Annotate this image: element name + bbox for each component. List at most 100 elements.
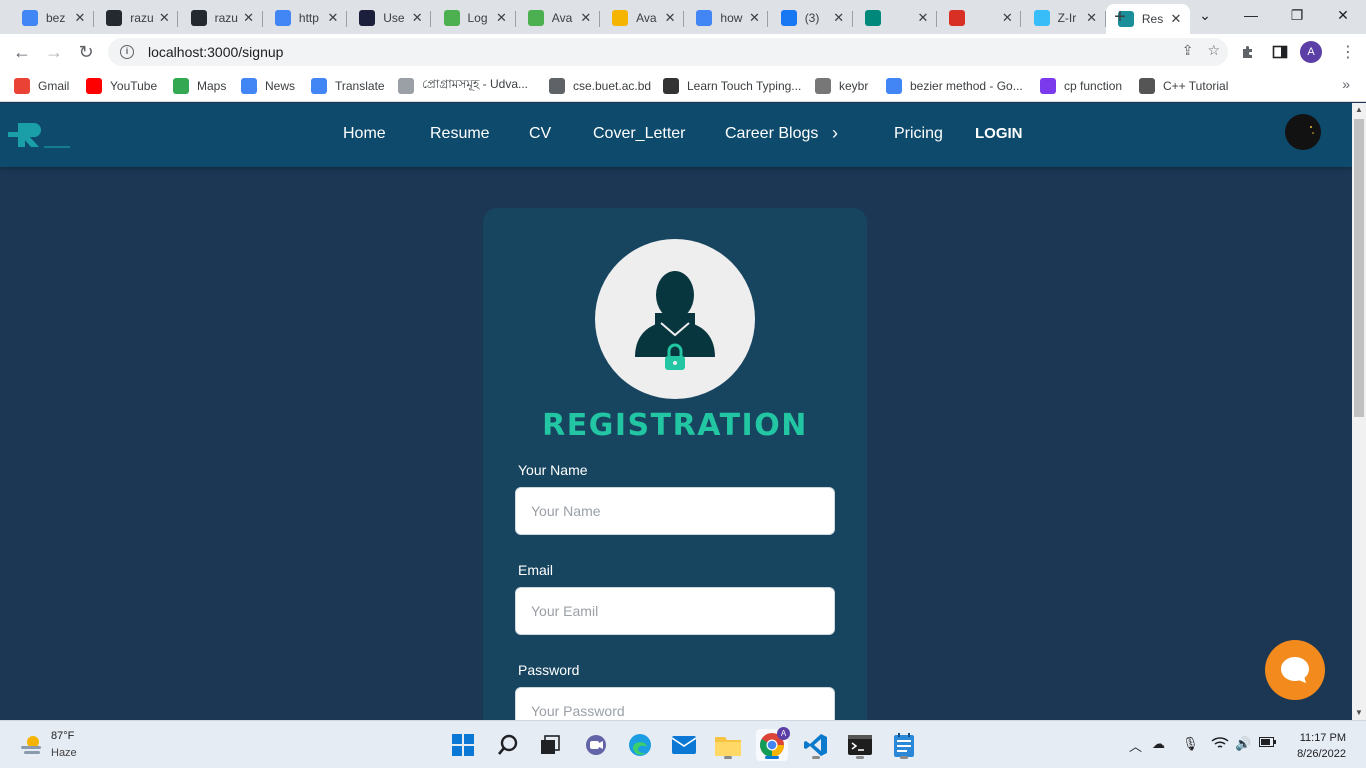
tab-close-icon[interactable]: ✕ [494, 10, 510, 26]
nav-cv[interactable]: CV [529, 125, 551, 147]
tab-close-icon[interactable]: ✕ [1084, 10, 1100, 26]
tab-close-icon[interactable]: ✕ [409, 10, 425, 26]
bookmark-item[interactable]: cp function [1040, 76, 1122, 96]
restore-icon[interactable]: ❐ [1274, 0, 1320, 30]
browser-tab[interactable]: how ✕ [684, 4, 769, 32]
close-window-icon[interactable]: ✕ [1320, 0, 1366, 30]
browser-toolbar: ← → ↻ i localhost:3000/signup ⇪ ☆ ⋮ [0, 34, 1366, 70]
nav-cover-letter[interactable]: Cover_Letter [593, 125, 686, 147]
nav-resume[interactable]: Resume [430, 125, 490, 147]
bookmark-item[interactable]: Learn Touch Typing... [663, 76, 801, 96]
chrome-menu-icon[interactable]: ⋮ [1334, 38, 1362, 66]
tab-close-icon[interactable]: ✕ [241, 10, 257, 26]
tab-close-icon[interactable]: ✕ [156, 10, 172, 26]
tab-close-icon[interactable]: ✕ [746, 10, 762, 26]
tab-close-icon[interactable]: ✕ [325, 10, 341, 26]
browser-tab[interactable]: http ✕ [263, 4, 347, 32]
chrome-icon[interactable]: A [756, 727, 790, 761]
back-arrow-icon[interactable]: ← [8, 38, 36, 66]
site-info-icon[interactable]: i [120, 45, 134, 59]
bookmark-item[interactable]: bezier method - Go... [886, 76, 1023, 96]
wifi-icon[interactable] [1211, 736, 1229, 753]
share-icon[interactable]: ⇪ [1182, 42, 1194, 59]
bookmarks-overflow-icon[interactable]: » [1342, 76, 1350, 92]
search-icon[interactable] [492, 729, 524, 761]
profile-avatar[interactable]: A [1300, 41, 1322, 63]
scrollbar-thumb[interactable] [1354, 119, 1364, 417]
windows-start-icon[interactable] [447, 729, 479, 761]
dark-mode-moon-icon[interactable] [1285, 114, 1321, 150]
microphone-icon[interactable]: 🎙 [1182, 736, 1199, 752]
reload-icon[interactable]: ↻ [72, 38, 100, 66]
mail-icon[interactable] [668, 729, 700, 761]
tab-search-chevron-icon[interactable]: ⌄ [1182, 0, 1228, 30]
browser-tab[interactable]: Use ✕ [347, 4, 432, 32]
browser-tab[interactable]: Ava ✕ [516, 4, 600, 32]
bookmark-item[interactable]: Translate [311, 76, 385, 96]
browser-tab[interactable]: Log ✕ [432, 4, 516, 32]
weather-temperature[interactable]: 87°F [51, 730, 74, 742]
bookmark-item[interactable]: keybr [815, 76, 868, 96]
nav-home[interactable]: Home [343, 125, 386, 147]
side-panel-icon[interactable] [1266, 38, 1294, 66]
bookmark-item[interactable]: Gmail [14, 76, 69, 96]
vscode-icon[interactable] [800, 729, 832, 761]
bookmark-item[interactable]: News [241, 76, 295, 96]
forward-arrow-icon[interactable]: → [40, 38, 68, 66]
bookmark-item[interactable]: YouTube [86, 76, 157, 96]
bookmark-star-icon[interactable]: ☆ [1207, 42, 1220, 59]
edge-browser-icon[interactable] [624, 729, 656, 761]
terminal-icon[interactable] [844, 729, 876, 761]
nav-login[interactable]: LOGIN [975, 125, 1023, 147]
extensions-puzzle-icon[interactable] [1234, 38, 1262, 66]
nav-pricing[interactable]: Pricing [894, 125, 943, 147]
teams-chat-icon[interactable] [580, 729, 612, 761]
browser-tab[interactable]: Ava ✕ [600, 4, 685, 32]
google-icon [886, 78, 902, 94]
scroll-up-icon[interactable]: ▲ [1352, 103, 1366, 117]
bookmark-item[interactable]: cse.buet.ac.bd [549, 76, 651, 96]
bookmark-item[interactable]: Maps [173, 76, 226, 96]
browser-tab[interactable]: bez ✕ [10, 4, 94, 32]
new-tab-button[interactable]: + [1108, 6, 1132, 30]
browser-tab[interactable]: (3) ✕ [769, 4, 853, 32]
tab-close-icon[interactable]: ✕ [999, 10, 1015, 26]
windows-taskbar: 87°F Haze A ︿ ☁ 🎙 🔊 11:17 PM 8/26/2022 [0, 720, 1366, 768]
tab-close-icon[interactable]: ✕ [578, 10, 594, 26]
browser-tab[interactable]: Z-Ir ✕ [1022, 4, 1106, 32]
tray-chevron-up-icon[interactable]: ︿ [1129, 736, 1142, 755]
minimize-icon[interactable]: — [1228, 0, 1274, 30]
chevron-right-icon[interactable]: › [832, 123, 838, 145]
tab-close-icon[interactable]: ✕ [831, 10, 847, 26]
task-view-icon[interactable] [534, 729, 566, 761]
nav-career-blogs[interactable]: Career Blogs [725, 125, 818, 147]
weather-description[interactable]: Haze [51, 747, 77, 759]
bookmark-item[interactable]: প্রোগ্রামসমূহ - Udva... [398, 76, 528, 96]
browser-tab[interactable]: ✕ [937, 4, 1022, 32]
chat-support-button[interactable] [1265, 640, 1325, 700]
browser-tab[interactable]: razu ✕ [94, 4, 179, 32]
battery-icon[interactable] [1259, 736, 1277, 751]
bookmark-item[interactable]: C++ Tutorial [1139, 76, 1228, 96]
address-bar[interactable]: i localhost:3000/signup ⇪ ☆ [108, 38, 1228, 66]
tab-close-icon[interactable]: ✕ [915, 10, 931, 26]
onedrive-cloud-icon[interactable]: ☁ [1152, 736, 1165, 752]
name-input[interactable] [515, 487, 835, 535]
tab-close-icon[interactable]: ✕ [72, 10, 88, 26]
tab-title: Ava [551, 11, 573, 25]
tab-title: bez [46, 11, 66, 25]
site-logo-icon[interactable] [8, 121, 70, 151]
volume-icon[interactable]: 🔊 [1235, 736, 1251, 752]
chrome-profile-badge: A [777, 727, 790, 740]
gmail-icon [14, 78, 30, 94]
page-scrollbar[interactable]: ▲ ▼ [1352, 103, 1366, 720]
system-clock[interactable]: 11:17 PM 8/26/2022 [1297, 730, 1346, 762]
file-explorer-icon[interactable] [712, 729, 744, 761]
browser-tab[interactable]: razu ✕ [179, 4, 263, 32]
scroll-down-icon[interactable]: ▼ [1352, 706, 1366, 720]
tab-close-icon[interactable]: ✕ [662, 10, 678, 26]
notepad-icon[interactable] [888, 729, 920, 761]
email-input[interactable] [515, 587, 835, 635]
weather-haze-icon[interactable] [18, 733, 44, 762]
browser-tab[interactable]: ✕ [853, 4, 937, 32]
